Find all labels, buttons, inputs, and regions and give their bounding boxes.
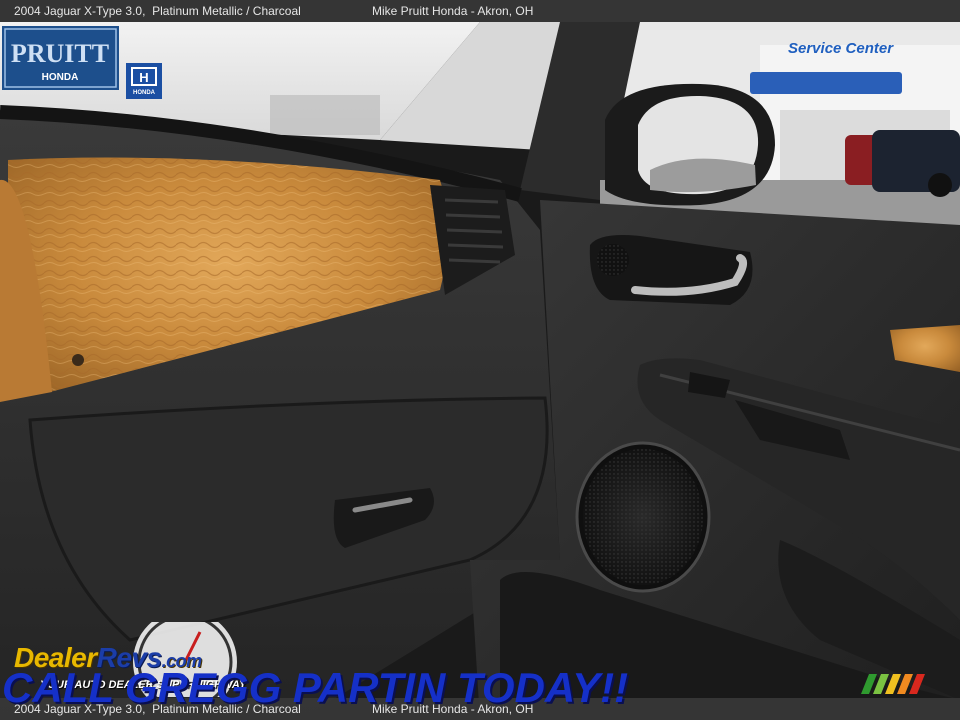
service-center-sign: Service Center <box>788 40 894 57</box>
dealer-logo: PRUITT HONDA <box>2 26 119 90</box>
dealer-logo-sub: HONDA <box>42 72 79 83</box>
caption-vehicle-top: 2004 Jaguar X-Type 3.0, Platinum Metalli… <box>14 0 301 22</box>
svg-text:H: H <box>139 70 148 85</box>
caption-color: Platinum Metallic / Charcoal <box>152 4 301 18</box>
interior-photo <box>0 22 960 720</box>
promo-banner: CALL GREGG PARTIN TODAY!! <box>2 664 629 711</box>
caption-bar-top: 2004 Jaguar X-Type 3.0, Platinum Metalli… <box>0 0 960 22</box>
dealer-logo-text: PRUITT <box>11 39 109 68</box>
caption-vehicle: 2004 Jaguar X-Type 3.0, <box>14 4 146 18</box>
stripes-logo-icon <box>861 674 925 694</box>
honda-badge-label: HONDA <box>133 90 156 96</box>
caption-dealer: Mike Pruitt Honda - Akron, OH <box>372 4 534 18</box>
honda-logo-icon: H HONDA <box>126 63 162 99</box>
